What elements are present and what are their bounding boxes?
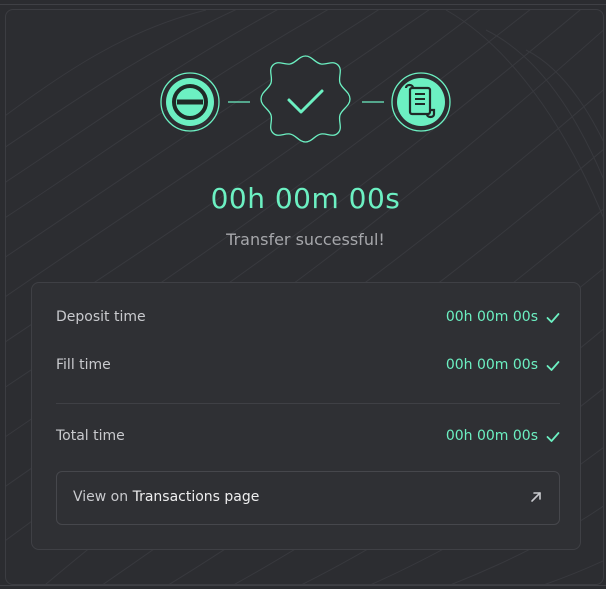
link-prefix: View on — [73, 489, 129, 505]
success-badge-icon — [260, 55, 351, 143]
fill-time-value: 00h 00m 00s — [445, 357, 538, 373]
check-icon — [546, 313, 560, 323]
receipt-scroll-icon — [391, 72, 451, 132]
fill-time-label: Fill time — [56, 357, 111, 373]
view-transactions-link[interactable]: View on Transactions page — [56, 471, 560, 525]
source-chain-icon — [160, 72, 220, 132]
total-time-value: 00h 00m 00s — [445, 428, 538, 444]
transfer-status-card: 00h 00m 00s Transfer successful! Deposit… — [5, 9, 604, 585]
external-arrow-icon — [531, 492, 541, 502]
link-target: Transactions page — [132, 489, 260, 505]
status-message: Transfer successful! — [226, 230, 385, 249]
timing-details-panel: Deposit time 00h 00m 00s Fill time 00h 0… — [31, 282, 581, 550]
total-time-row: Total time 00h 00m 00s — [56, 426, 560, 448]
bridge-status-page: 00h 00m 00s Transfer successful! Deposit… — [0, 0, 606, 589]
fill-time-row: Fill time 00h 00m 00s — [56, 355, 560, 377]
bottom-divider — [0, 585, 606, 586]
deposit-time-value: 00h 00m 00s — [445, 309, 538, 325]
view-transactions-text: View on Transactions page — [73, 489, 259, 505]
check-icon — [546, 361, 560, 371]
total-time-label: Total time — [56, 428, 125, 444]
top-divider — [0, 4, 606, 5]
deposit-time-row: Deposit time 00h 00m 00s — [56, 307, 560, 329]
progress-steps — [160, 55, 451, 143]
details-divider — [56, 403, 560, 404]
deposit-time-label: Deposit time — [56, 309, 146, 325]
check-icon — [546, 432, 560, 442]
elapsed-timer: 00h 00m 00s — [210, 182, 401, 215]
